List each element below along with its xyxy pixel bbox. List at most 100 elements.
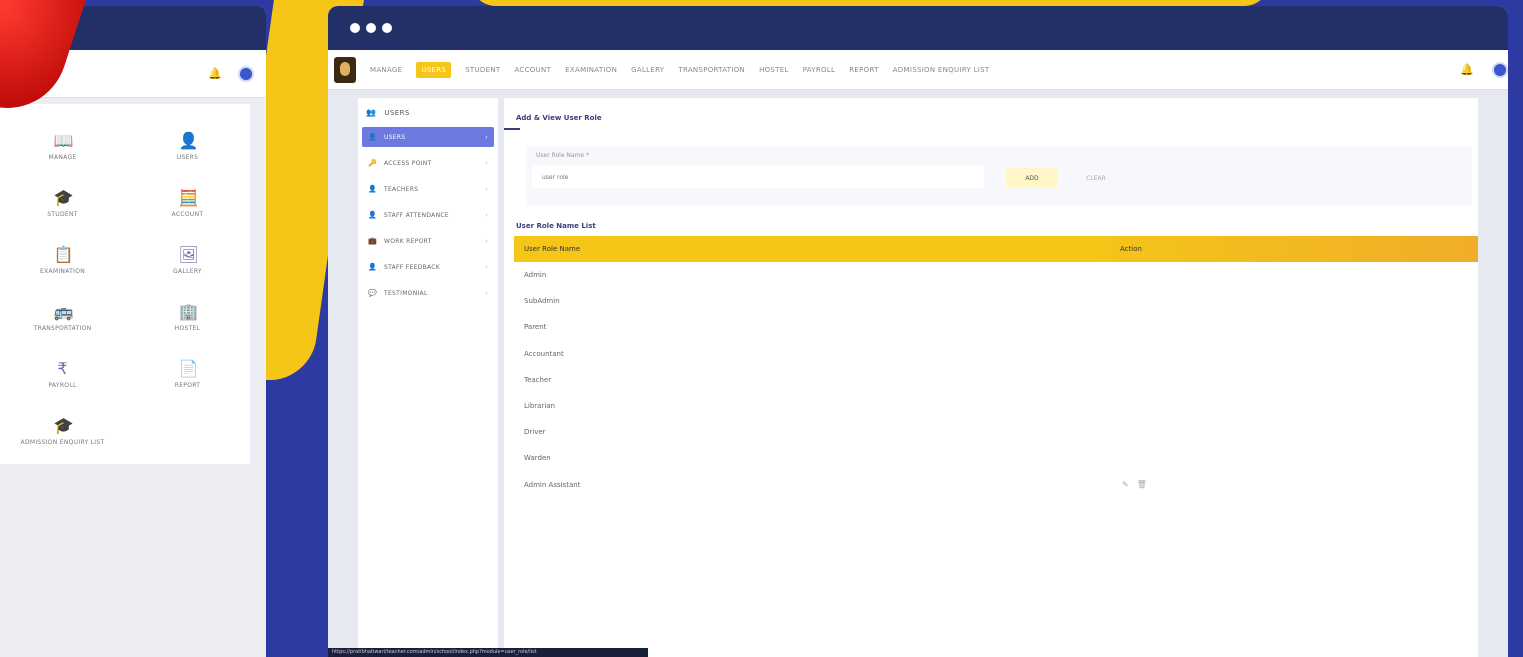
sidebar-item-label: TESTIMONIAL [384,289,428,297]
sidebar-header: 👥 USERS [358,98,498,127]
role-name-cell: Teacher [524,375,552,384]
list-title: User Role Name List [516,222,596,230]
sidebar-item-teachers[interactable]: 👤 TEACHERS › [362,179,494,199]
notification-icon[interactable]: 🔔 [1460,63,1474,76]
window-dot [350,23,360,33]
graduation-cap-icon: 🎓 [53,416,74,435]
sidebar-item-testimonial[interactable]: 💬 TESTIMONIAL › [362,283,494,303]
sidebar-item-label: WORK REPORT [384,237,432,245]
main-window: MANAGE USERS STUDENT ACCOUNT EXAMINATION GALL… [328,6,1508,657]
clipboard-icon: 📋 [53,245,74,264]
module-tile-label: ACCOUNT [171,211,204,218]
nav-item-payroll[interactable]: PAYROLL [803,66,836,74]
bus-icon: 🚌 [53,302,74,321]
chevron-right-icon: › [485,159,488,167]
nav-right: 🔔 [1460,61,1508,78]
calculator-icon: 🧮 [178,188,199,207]
rupee-icon: ₹ [57,359,68,378]
avatar[interactable] [238,65,254,82]
role-name-input[interactable] [532,166,984,188]
nav-item-manage[interactable]: MANAGE [370,66,402,74]
nav-items: MANAGE USERS STUDENT ACCOUNT EXAMINATION GALL… [370,61,1003,78]
nav-item-examination[interactable]: EXAMINATION [565,66,617,74]
sidebar-item-access-point[interactable]: 🔑 ACCESS POINT › [362,153,494,173]
role-name-cell: Librarian [524,402,556,410]
module-tile[interactable]: 🏢 HOSTEL [125,289,250,346]
window-dot [382,23,392,33]
user-icon: 👤 [368,133,378,141]
nav-item-gallery[interactable]: GALLERY [631,66,664,74]
users-group-icon: 👥 [366,108,377,117]
module-tile-label: REPORT [174,382,201,389]
sidebar-item-staff-attendance[interactable]: 👤 STAFF ATTENDANCE › [362,205,494,225]
key-icon: 🔑 [368,159,378,167]
module-tile-label: MANAGE [48,154,77,161]
nav-item-admission-enquiry-list[interactable]: ADMISSION ENQUIRY LIST [893,66,990,74]
table-row: Accountant [514,341,1478,367]
sidebar-item-label: USERS [384,133,406,141]
nav-item-student[interactable]: STUDENT [465,66,500,74]
table-header: User Role Name Action [514,236,1478,262]
sidebar-item-work-report[interactable]: 💼 WORK REPORT › [362,231,494,251]
image-icon: 🖼 [178,245,199,264]
row-actions: ✎ 🗑 [1122,480,1147,489]
module-tile-label: USERS [176,154,199,161]
report-icon: 📄 [178,359,199,378]
column-header-action: Action [1120,245,1142,253]
nav-item-transportation[interactable]: TRANSPORTATION [678,66,745,74]
module-tile-label: TRANSPORTATION [33,325,92,332]
table-row: Teacher [514,367,1478,393]
nav-item-users[interactable]: USERS [416,61,452,78]
module-tile[interactable]: 📖 MANAGE [0,118,125,175]
module-tile[interactable]: 🚌 TRANSPORTATION [0,289,125,346]
table-row: Driver [514,419,1478,445]
sidebar-item-users[interactable]: 👤 USERS › [362,127,494,147]
chevron-right-icon: › [485,289,488,297]
sidebar-header-label: USERS [384,108,410,117]
delete-icon[interactable]: 🗑 [1137,480,1147,489]
module-tile[interactable]: 🧮 ACCOUNT [125,175,250,232]
module-grid: 📖 MANAGE 👤 USERS 🎓 STUDENT 🧮 ACCOUNT 📋 EXAMINATIO… [0,104,250,464]
title-underline [504,128,520,130]
sidebar-item-label: STAFF ATTENDANCE [384,211,449,219]
role-name-cell: Parent [524,323,547,332]
school-logo[interactable] [334,56,356,83]
edit-icon[interactable]: ✎ [1122,480,1129,489]
add-button[interactable]: ADD [1006,168,1058,188]
column-header-name: User Role Name [524,245,581,253]
nav-item-report[interactable]: REPORT [849,66,878,74]
module-tile[interactable]: 👤 USERS [125,118,250,175]
module-tile[interactable]: 📄 REPORT [125,346,250,403]
graduation-cap-icon: 🎓 [53,188,74,207]
table-row: Warden [514,445,1478,471]
user-icon: 👤 [178,131,199,150]
chevron-right-icon: › [485,185,488,193]
chevron-right-icon: › [485,263,488,271]
window-dot [366,23,376,33]
module-tile-label: EXAMINATION [39,268,86,275]
clear-button[interactable]: CLEAR [1066,168,1126,188]
module-tile[interactable]: ₹ PAYROLL [0,346,125,403]
module-tile-label: HOSTEL [174,325,201,332]
table-row: SubAdmin [514,288,1478,314]
sidebar-item-label: ACCESS POINT [384,159,432,167]
role-name-cell: Driver [524,428,546,437]
status-url-bar: https://pratibhatiwari/teacher.com/admin… [328,648,648,657]
module-tile[interactable]: 📋 EXAMINATION [0,232,125,289]
person-icon: 👤 [368,263,378,271]
nav-item-account[interactable]: ACCOUNT [514,66,551,74]
top-navigation: MANAGE USERS STUDENT ACCOUNT EXAMINATION GALL… [328,50,1508,90]
module-tile-label: GALLERY [173,268,202,275]
module-tile[interactable]: 🎓 ADMISSION ENQUIRY LIST [0,403,125,460]
chevron-right-icon: › [485,133,488,141]
module-tile[interactable]: 🎓 STUDENT [0,175,125,232]
role-name-cell: SubAdmin [524,297,560,306]
avatar[interactable] [1492,61,1508,78]
page-title: Add & View User Role [516,114,602,122]
person-icon: 👤 [368,185,378,193]
module-tile-label: ADMISSION ENQUIRY LIST [20,439,105,446]
notification-icon[interactable]: 🔔 [208,67,222,80]
module-tile[interactable]: 🖼 GALLERY [125,232,250,289]
nav-item-hostel[interactable]: HOSTEL [759,66,789,74]
sidebar-item-staff-feedback[interactable]: 👤 STAFF FEEDBACK › [362,257,494,277]
